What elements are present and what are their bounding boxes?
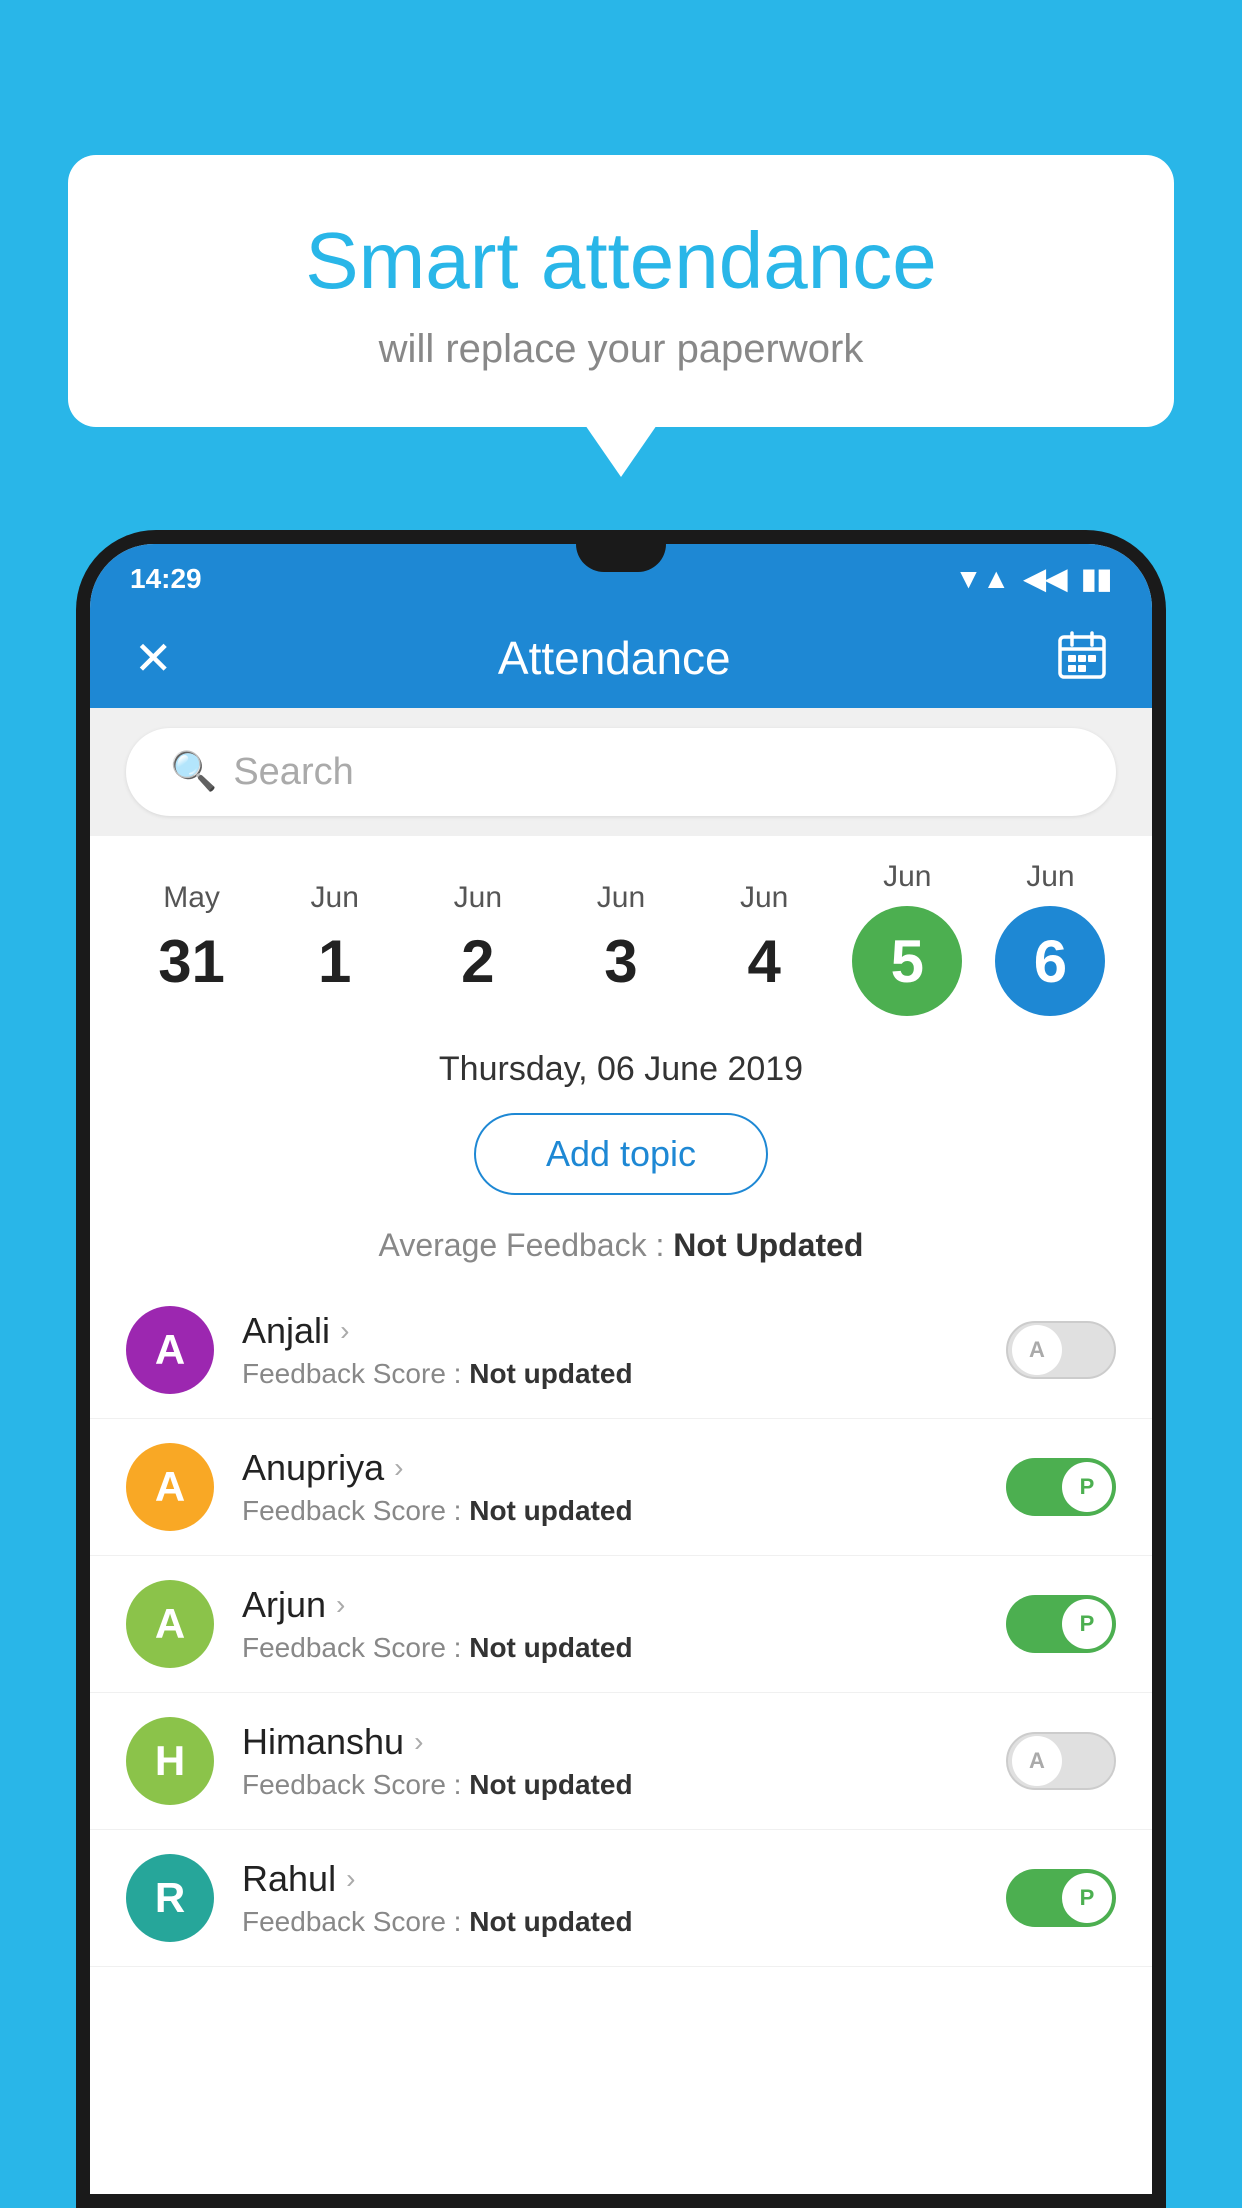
student-info-1: Anupriya › Feedback Score : Not updated <box>242 1447 1006 1527</box>
feedback-score-2: Feedback Score : Not updated <box>242 1632 1006 1664</box>
student-name-3: Himanshu › <box>242 1721 1006 1763</box>
month-label-5: Jun <box>883 860 931 894</box>
day-num-3: 3 <box>604 927 637 996</box>
date-col-5[interactable]: Jun 5 <box>852 860 962 1016</box>
day-num-1: 1 <box>318 927 351 996</box>
attendance-toggle-1[interactable]: P <box>1006 1458 1116 1516</box>
toggle-thumb-4: P <box>1062 1873 1112 1923</box>
avatar-1: A <box>126 1443 214 1531</box>
attendance-toggle-2[interactable]: P <box>1006 1595 1116 1653</box>
phone-screen: 14:29 ▼▲ ◀◀ ▮▮ ✕ Attendance <box>90 544 1152 2194</box>
student-row-4[interactable]: R Rahul › Feedback Score : Not updated P <box>90 1830 1152 1967</box>
day-num-2: 2 <box>461 927 494 996</box>
battery-icon: ▮▮ <box>1081 562 1112 595</box>
date-col-2[interactable]: Jun 2 <box>423 881 533 996</box>
student-row-1[interactable]: A Anupriya › Feedback Score : Not updated P <box>90 1419 1152 1556</box>
student-name-0: Anjali › <box>242 1310 1006 1352</box>
toggle-thumb-2: P <box>1062 1599 1112 1649</box>
date-col-6[interactable]: Jun 6 <box>995 860 1105 1016</box>
feedback-score-0: Feedback Score : Not updated <box>242 1358 1006 1390</box>
average-feedback: Average Feedback : Not Updated <box>90 1227 1152 1282</box>
search-icon: 🔍 <box>170 750 217 794</box>
date-col-3[interactable]: Jun 3 <box>566 881 676 996</box>
toggle-thumb-3: A <box>1012 1736 1062 1786</box>
month-label-6: Jun <box>1026 860 1074 894</box>
day-num-4: 4 <box>747 927 780 996</box>
avatar-2: A <box>126 1580 214 1668</box>
student-list: AAnjali ›Feedback Score : Not updatedAAA… <box>90 1282 1152 1967</box>
student-info-4: Rahul › Feedback Score : Not updated <box>242 1858 1006 1938</box>
student-row-0[interactable]: AAnjali ›Feedback Score : Not updatedA <box>90 1282 1152 1419</box>
search-input[interactable]: Search <box>233 751 353 794</box>
calendar-button[interactable] <box>1056 629 1108 686</box>
date-col-0[interactable]: May 31 <box>137 881 247 996</box>
date-col-4[interactable]: Jun 4 <box>709 881 819 996</box>
chevron-icon-1: › <box>394 1452 403 1484</box>
student-info-0: Anjali › Feedback Score : Not updated <box>242 1310 1006 1390</box>
avatar-0: A <box>126 1306 214 1394</box>
avatar-4: R <box>126 1854 214 1942</box>
student-info-3: Himanshu › Feedback Score : Not updated <box>242 1721 1006 1801</box>
feedback-score-3: Feedback Score : Not updated <box>242 1769 1006 1801</box>
toggle-thumb-0: A <box>1012 1325 1062 1375</box>
avg-feedback-value: Not Updated <box>673 1227 863 1263</box>
app-header: ✕ Attendance <box>90 607 1152 708</box>
feedback-score-1: Feedback Score : Not updated <box>242 1495 1006 1527</box>
student-name-4: Rahul › <box>242 1858 1006 1900</box>
status-icons: ▼▲ ◀◀ ▮▮ <box>955 562 1112 595</box>
month-label-3: Jun <box>597 881 645 915</box>
search-bar[interactable]: 🔍 Search <box>126 728 1116 816</box>
chevron-icon-0: › <box>340 1315 349 1347</box>
date-col-1[interactable]: Jun 1 <box>280 881 390 996</box>
day-circle-today[interactable]: 5 <box>852 906 962 1016</box>
calendar-strip: May 31 Jun 1 Jun 2 Jun 3 Jun 4 Jun 5 Jun 6 <box>90 836 1152 1030</box>
chevron-icon-4: › <box>346 1863 355 1895</box>
selected-date: Thursday, 06 June 2019 <box>90 1030 1152 1103</box>
header-title: Attendance <box>498 631 731 685</box>
phone-notch <box>576 544 666 572</box>
day-circle-selected[interactable]: 6 <box>995 906 1105 1016</box>
month-label-0: May <box>163 881 220 915</box>
student-name-2: Arjun › <box>242 1584 1006 1626</box>
student-row-3[interactable]: H Himanshu › Feedback Score : Not updatedA <box>90 1693 1152 1830</box>
signal-icon: ◀◀ <box>1024 562 1067 595</box>
attendance-toggle-0[interactable]: A <box>1006 1321 1116 1379</box>
avg-feedback-label: Average Feedback : <box>379 1227 665 1263</box>
chevron-icon-3: › <box>414 1726 423 1758</box>
attendance-toggle-3[interactable]: A <box>1006 1732 1116 1790</box>
toggle-thumb-1: P <box>1062 1462 1112 1512</box>
student-row-2[interactable]: A Arjun › Feedback Score : Not updated P <box>90 1556 1152 1693</box>
student-info-2: Arjun › Feedback Score : Not updated <box>242 1584 1006 1664</box>
phone-frame: 14:29 ▼▲ ◀◀ ▮▮ ✕ Attendance <box>76 530 1166 2208</box>
month-label-1: Jun <box>311 881 359 915</box>
day-num-0: 31 <box>158 927 225 996</box>
add-topic-button[interactable]: Add topic <box>474 1113 768 1195</box>
month-label-2: Jun <box>454 881 502 915</box>
status-time: 14:29 <box>130 563 202 595</box>
feedback-score-4: Feedback Score : Not updated <box>242 1906 1006 1938</box>
student-name-1: Anupriya › <box>242 1447 1006 1489</box>
wifi-icon: ▼▲ <box>955 563 1010 595</box>
speech-bubble: Smart attendance will replace your paper… <box>68 155 1174 427</box>
attendance-toggle-4[interactable]: P <box>1006 1869 1116 1927</box>
search-container: 🔍 Search <box>90 708 1152 836</box>
close-button[interactable]: ✕ <box>134 631 173 685</box>
bubble-subtitle: will replace your paperwork <box>118 327 1124 372</box>
chevron-icon-2: › <box>336 1589 345 1621</box>
month-label-4: Jun <box>740 881 788 915</box>
avatar-3: H <box>126 1717 214 1805</box>
date-row: May 31 Jun 1 Jun 2 Jun 3 Jun 4 Jun 5 Jun 6 <box>120 860 1122 1016</box>
bubble-title: Smart attendance <box>118 215 1124 307</box>
